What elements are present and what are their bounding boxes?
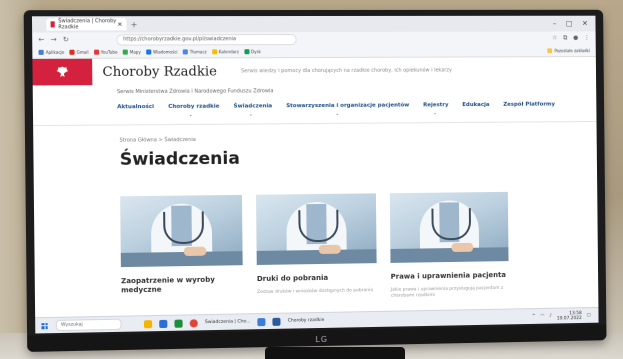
extensions-icon[interactable]: ⧉ bbox=[563, 34, 567, 42]
site-logo[interactable] bbox=[32, 59, 92, 86]
tab-title: Świadczenia | Choroby Rzadkie bbox=[58, 18, 117, 30]
breadcrumb: Strona Główna > Świadczenia bbox=[120, 134, 597, 144]
chevron-down-icon: ⌄ bbox=[433, 110, 436, 115]
browser-tab[interactable]: Świadczenia | Choroby Rzadkie ✕ bbox=[46, 18, 126, 30]
volume-icon[interactable]: ♪ bbox=[549, 314, 552, 319]
taskbar-active-window[interactable]: Świadczenia | Cho... bbox=[205, 319, 251, 325]
chrome-icon[interactable] bbox=[190, 319, 198, 327]
profile-icon[interactable]: ● bbox=[573, 34, 578, 42]
eagle-emblem-icon bbox=[55, 65, 70, 79]
nav-aktualnosci[interactable]: Aktualności bbox=[117, 104, 154, 110]
card-medical-supplies[interactable]: Zaopatrzenie w wyroby medyczne bbox=[120, 195, 243, 305]
header-divider bbox=[33, 121, 596, 126]
card-forms-download[interactable]: Druki do pobrania Zestaw druków i wniosk… bbox=[256, 193, 377, 302]
nav-zespol-platformy[interactable]: Zespół Platformy bbox=[503, 102, 555, 108]
card-patient-rights[interactable]: Prawa i uprawnienia pacjenta Jakie prawa… bbox=[390, 192, 509, 300]
site-title[interactable]: Choroby Rzadkie bbox=[102, 64, 217, 80]
card-list: Zaopatrzenie w wyroby medyczne Druki do … bbox=[120, 191, 598, 305]
bookmark-item[interactable]: Gmail bbox=[69, 50, 88, 55]
windows-start-icon[interactable] bbox=[41, 323, 47, 329]
nav-choroby-rzadkie[interactable]: Choroby rzadkie ⌄ bbox=[168, 104, 219, 110]
taskbar-app-label[interactable]: Choroby rzadkie bbox=[288, 318, 325, 324]
main-nav: Aktualności Choroby rzadkie ⌄ Świadczenia… bbox=[117, 101, 596, 110]
bookmark-item[interactable]: Pozostałe zakładki bbox=[548, 48, 590, 53]
doctor-photo bbox=[390, 192, 509, 263]
forward-arrow-icon[interactable]: → bbox=[51, 36, 57, 44]
doctor-photo bbox=[120, 195, 243, 267]
chevron-down-icon: ⌄ bbox=[249, 111, 252, 116]
card-description: Jakie prawa i uprawnienia przysługują pa… bbox=[391, 286, 509, 300]
monitor: Świadczenia | Choroby Rzadkie ✕ + – □ ✕ … bbox=[24, 10, 607, 352]
card-title[interactable]: Druki do pobrania bbox=[257, 273, 377, 284]
monitor-brand: LG bbox=[315, 335, 328, 344]
doctor-photo bbox=[256, 193, 377, 265]
notifications-icon[interactable]: ▢ bbox=[587, 313, 591, 318]
monitor-stand bbox=[265, 347, 405, 359]
mail-icon[interactable] bbox=[159, 319, 167, 327]
bookmark-item[interactable]: Mapy bbox=[123, 50, 141, 55]
back-arrow-icon[interactable]: ← bbox=[38, 36, 44, 44]
store-icon[interactable] bbox=[174, 319, 182, 327]
nav-rejestry[interactable]: Rejestry ⌄ bbox=[423, 102, 448, 108]
new-tab-button[interactable]: + bbox=[131, 20, 138, 29]
breadcrumb-home[interactable]: Strona Główna bbox=[120, 137, 157, 143]
page-title: Świadczenia bbox=[120, 146, 597, 170]
close-window-button[interactable]: ✕ bbox=[582, 20, 588, 28]
close-tab-icon[interactable]: ✕ bbox=[117, 21, 122, 28]
clock-date: 19.07.2022 bbox=[557, 316, 582, 321]
site-header: Choroby Rzadkie Serwis wiedzy i pomocy d… bbox=[32, 57, 596, 85]
taskbar-apps: Świadczenia | Cho... Choroby rzadkie bbox=[144, 316, 324, 327]
bookmark-item[interactable]: YouTube bbox=[94, 50, 118, 55]
bookmark-item[interactable]: Tłumacz bbox=[183, 49, 207, 54]
system-tray: ^ ◠ ♪ 13:58 19.07.2022 ▢ bbox=[532, 310, 599, 321]
chevron-down-icon: ⌄ bbox=[336, 111, 339, 116]
breadcrumb-current: Świadczenia bbox=[164, 137, 195, 143]
menu-icon[interactable]: ⋮ bbox=[584, 34, 590, 42]
bookmark-item[interactable]: Dysk bbox=[244, 49, 261, 54]
file-explorer-icon[interactable] bbox=[144, 320, 152, 328]
browser-tabbar: Świadczenia | Choroby Rzadkie ✕ + – □ ✕ bbox=[32, 16, 596, 33]
minimize-button[interactable]: – bbox=[553, 20, 556, 28]
bookmark-item[interactable]: Aplikacje bbox=[39, 50, 65, 55]
reload-icon[interactable]: ↻ bbox=[63, 36, 69, 44]
nav-edukacja[interactable]: Edukacja bbox=[462, 102, 489, 108]
url-field[interactable]: https://chorobyrzadkie.gov.pl/pl/swiadcz… bbox=[116, 34, 296, 46]
nav-swiadczenia[interactable]: Świadczenia ⌄ bbox=[234, 103, 273, 109]
bookmark-item[interactable]: Kalendarz bbox=[212, 49, 239, 54]
nav-stowarzyszenia[interactable]: Stowarzyszenia i organizacje pacjentów ⌄ bbox=[286, 102, 409, 109]
screen: Świadczenia | Choroby Rzadkie ✕ + – □ ✕ … bbox=[32, 16, 599, 334]
wifi-icon[interactable]: ◠ bbox=[540, 314, 544, 319]
word-icon[interactable] bbox=[258, 318, 266, 326]
card-title[interactable]: Zaopatrzenie w wyroby medyczne bbox=[121, 275, 243, 295]
breadcrumb-separator: > bbox=[159, 137, 163, 143]
site-favicon-icon bbox=[51, 21, 56, 27]
bookmark-star-icon[interactable]: ☆ bbox=[552, 34, 557, 42]
window-controls: – □ ✕ bbox=[553, 20, 596, 28]
card-title[interactable]: Prawa i uprawnienia pacjenta bbox=[391, 271, 509, 282]
chevron-down-icon: ⌄ bbox=[189, 112, 192, 117]
site-tagline: Serwis wiedzy i pomocy dla chorujących n… bbox=[241, 67, 452, 74]
clock[interactable]: 13:58 19.07.2022 bbox=[557, 311, 582, 321]
outlook-icon[interactable] bbox=[273, 317, 281, 325]
tray-arrow-icon[interactable]: ^ bbox=[532, 314, 536, 319]
bookmark-item[interactable]: Wiadomości bbox=[146, 49, 178, 54]
ministry-label: Serwis Ministerstwa Zdrowia i Narodowego… bbox=[117, 87, 596, 96]
card-description: Zestaw druków i wniosków dostępnych do p… bbox=[257, 288, 377, 296]
maximize-button[interactable]: □ bbox=[566, 20, 573, 28]
taskbar-search[interactable]: Wyszukaj bbox=[56, 319, 122, 331]
browser-toolbar-icons: ☆ ⧉ ● ⋮ bbox=[552, 34, 590, 42]
